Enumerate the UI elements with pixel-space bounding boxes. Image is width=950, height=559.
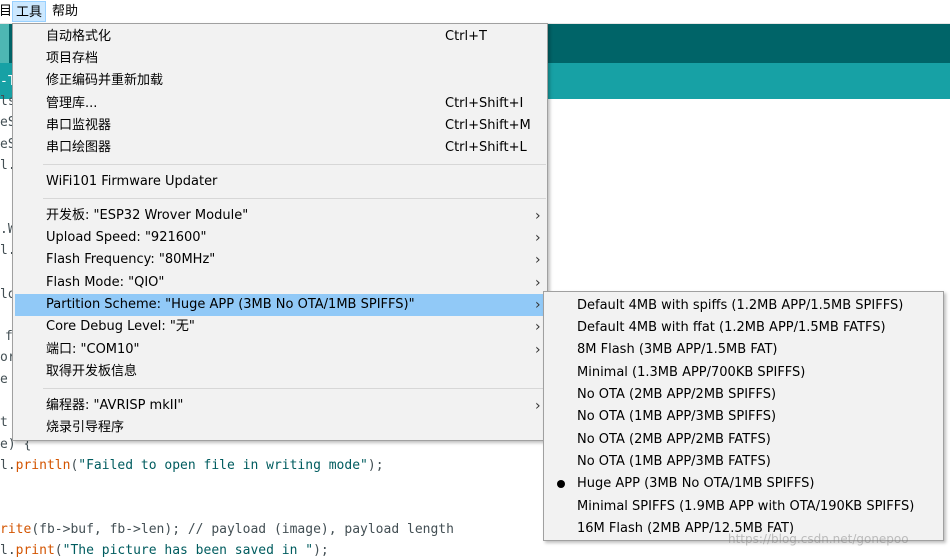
menu-item-wifi101-updater[interactable]: WiFi101 Firmware Updater	[15, 171, 545, 193]
partition-option[interactable]: Default 4MB with spiffs (1.2MB APP/1.5MB…	[546, 295, 941, 317]
code-token: l.	[0, 543, 16, 558]
code-line: l.println("Failed to open file in writin…	[0, 458, 384, 474]
code-token: (	[54, 543, 63, 558]
code-string: "Failed to open file in writing mode"	[78, 458, 368, 473]
menu-item-label: 串口监视器	[46, 118, 112, 133]
menu-item-manage-libraries[interactable]: 管理库... Ctrl+Shift+I	[15, 93, 545, 115]
menu-item-label: 修正编码并重新加载	[46, 73, 164, 88]
menu-item-label: 开发板: "ESP32 Wrover Module"	[46, 208, 249, 223]
toolbar-button-partial[interactable]	[0, 23, 9, 63]
menu-item-flash-frequency[interactable]: Flash Frequency: "80MHz" ›	[15, 249, 545, 271]
menu-item-burn-bootloader[interactable]: 烧录引导程序	[15, 417, 545, 439]
menu-item-label: Flash Frequency: "80MHz"	[46, 252, 216, 267]
code-line: t	[0, 415, 8, 430]
partition-option[interactable]: Minimal (1.3MB APP/700KB SPIFFS)	[546, 362, 941, 384]
menu-item-fix-encoding-reload[interactable]: 修正编码并重新加载	[15, 70, 545, 92]
menu-item-shortcut: Ctrl+Shift+L	[445, 140, 527, 155]
menu-item-serial-plotter[interactable]: 串口绘图器 Ctrl+Shift+L	[15, 137, 545, 159]
menu-item-tools[interactable]: 工具	[12, 1, 47, 22]
code-function: rite	[0, 522, 32, 537]
partition-option-label: 8M Flash (3MB APP/1.5MB FAT)	[577, 342, 778, 357]
partition-option-label: No OTA (2MB APP/2MB SPIFFS)	[577, 387, 777, 402]
menu-separator	[43, 198, 546, 199]
partition-option-label: No OTA (2MB APP/2MB FATFS)	[577, 432, 771, 447]
code-line: l.print("The picture has been saved in "…	[0, 543, 329, 559]
menu-item-board-info[interactable]: 取得开发板信息	[15, 361, 545, 383]
partition-option[interactable]: Default 4MB with ffat (1.2MB APP/1.5MB F…	[546, 317, 941, 339]
code-line: e	[0, 372, 8, 387]
chevron-right-icon: ›	[535, 319, 541, 335]
menu-item-label: 取得开发板信息	[46, 364, 138, 379]
partition-option[interactable]: No OTA (2MB APP/2MB FATFS)	[546, 429, 941, 451]
partition-option-label: Minimal (1.3MB APP/700KB SPIFFS)	[577, 365, 806, 380]
code-token: );	[367, 458, 384, 473]
menu-item-label: WiFi101 Firmware Updater	[46, 174, 218, 189]
chevron-right-icon: ›	[535, 342, 541, 358]
partition-option-label: Default 4MB with ffat (1.2MB APP/1.5MB F…	[577, 320, 886, 335]
chevron-right-icon: ›	[535, 230, 541, 246]
chevron-right-icon: ›	[535, 208, 541, 224]
menu-item-shortcut: Ctrl+Shift+I	[445, 96, 524, 111]
partition-option-label: No OTA (1MB APP/3MB SPIFFS)	[577, 409, 777, 424]
partition-option-label: No OTA (1MB APP/3MB FATFS)	[577, 454, 771, 469]
partition-option-label: Default 4MB with spiffs (1.2MB APP/1.5MB…	[577, 298, 904, 313]
menu-item-label: Flash Mode: "QIO"	[46, 275, 165, 290]
menu-item-label: Partition Scheme: "Huge APP (3MB No OTA/…	[46, 297, 415, 312]
partition-scheme-submenu: Default 4MB with spiffs (1.2MB APP/1.5MB…	[543, 291, 944, 541]
menu-item-auto-format[interactable]: 自动格式化 Ctrl+T	[15, 26, 545, 48]
menu-item-label: 端口: "COM10"	[46, 342, 140, 357]
menu-item-board[interactable]: 开发板: "ESP32 Wrover Module" ›	[15, 205, 545, 227]
chevron-right-icon: ›	[535, 275, 541, 291]
code-token: l.	[0, 458, 16, 473]
watermark: https://blog.csdn.net/gonepoo	[728, 532, 909, 546]
menu-item-help[interactable]: 帮助	[49, 1, 81, 22]
chevron-right-icon: ›	[535, 252, 541, 268]
menu-item-programmer[interactable]: 编程器: "AVRISP mkII" ›	[15, 395, 545, 417]
code-token: );	[313, 543, 329, 558]
menu-item-shortcut: Ctrl+T	[445, 29, 487, 44]
menu-item-core-debug-level[interactable]: Core Debug Level: "无" ›	[15, 316, 545, 338]
menu-item-label: Core Debug Level: "无"	[46, 319, 195, 334]
partition-option[interactable]: No OTA (1MB APP/3MB FATFS)	[546, 451, 941, 473]
code-function: print	[15, 543, 55, 558]
partition-option[interactable]: Minimal SPIFFS (1.9MB APP with OTA/190KB…	[546, 496, 941, 518]
menu-item-flash-mode[interactable]: Flash Mode: "QIO" ›	[15, 272, 545, 294]
code-string: "The picture has been saved in "	[62, 543, 314, 558]
menu-separator	[43, 388, 546, 389]
menu-item-upload-speed[interactable]: Upload Speed: "921600" ›	[15, 227, 545, 249]
radio-selected-icon	[557, 480, 565, 488]
partition-option[interactable]: No OTA (1MB APP/3MB SPIFFS)	[546, 406, 941, 428]
menu-item-label: 编程器: "AVRISP mkII"	[46, 398, 184, 413]
code-line: rite(fb->buf, fb->len); // payload (imag…	[0, 522, 454, 538]
tools-menu: 自动格式化 Ctrl+T 项目存档 修正编码并重新加载 管理库... Ctrl+…	[12, 23, 548, 441]
partition-option[interactable]: 8M Flash (3MB APP/1.5MB FAT)	[546, 339, 941, 361]
chevron-right-icon: ›	[535, 398, 541, 414]
menu-item-partition-scheme[interactable]: Partition Scheme: "Huge APP (3MB No OTA/…	[15, 294, 545, 316]
menu-item-shortcut: Ctrl+Shift+M	[445, 118, 531, 133]
menu-separator	[43, 164, 546, 165]
chevron-right-icon: ›	[535, 297, 541, 313]
menu-item-label: 自动格式化	[46, 29, 112, 44]
menu-item-label: 串口绘图器	[46, 140, 112, 155]
partition-option-label: Huge APP (3MB No OTA/1MB SPIFFS)	[577, 476, 815, 491]
menubar: 目 工具 帮助	[0, 0, 950, 24]
code-function: println	[15, 458, 71, 473]
menu-item-label: 管理库...	[46, 96, 98, 111]
partition-option-label: Minimal SPIFFS (1.9MB APP with OTA/190KB…	[577, 499, 915, 514]
menu-item-label: Upload Speed: "921600"	[46, 230, 207, 245]
menu-item-label: 项目存档	[46, 51, 99, 66]
menu-item-serial-monitor[interactable]: 串口监视器 Ctrl+Shift+M	[15, 115, 545, 137]
menu-item-label: 烧录引导程序	[46, 420, 125, 435]
menu-item-port[interactable]: 端口: "COM10" ›	[15, 339, 545, 361]
partition-option-selected[interactable]: Huge APP (3MB No OTA/1MB SPIFFS)	[546, 473, 941, 495]
code-token: (fb->buf, fb->len); // payload (image), …	[31, 522, 454, 537]
menu-item-archive-sketch[interactable]: 项目存档	[15, 48, 545, 70]
partition-option[interactable]: No OTA (2MB APP/2MB SPIFFS)	[546, 384, 941, 406]
